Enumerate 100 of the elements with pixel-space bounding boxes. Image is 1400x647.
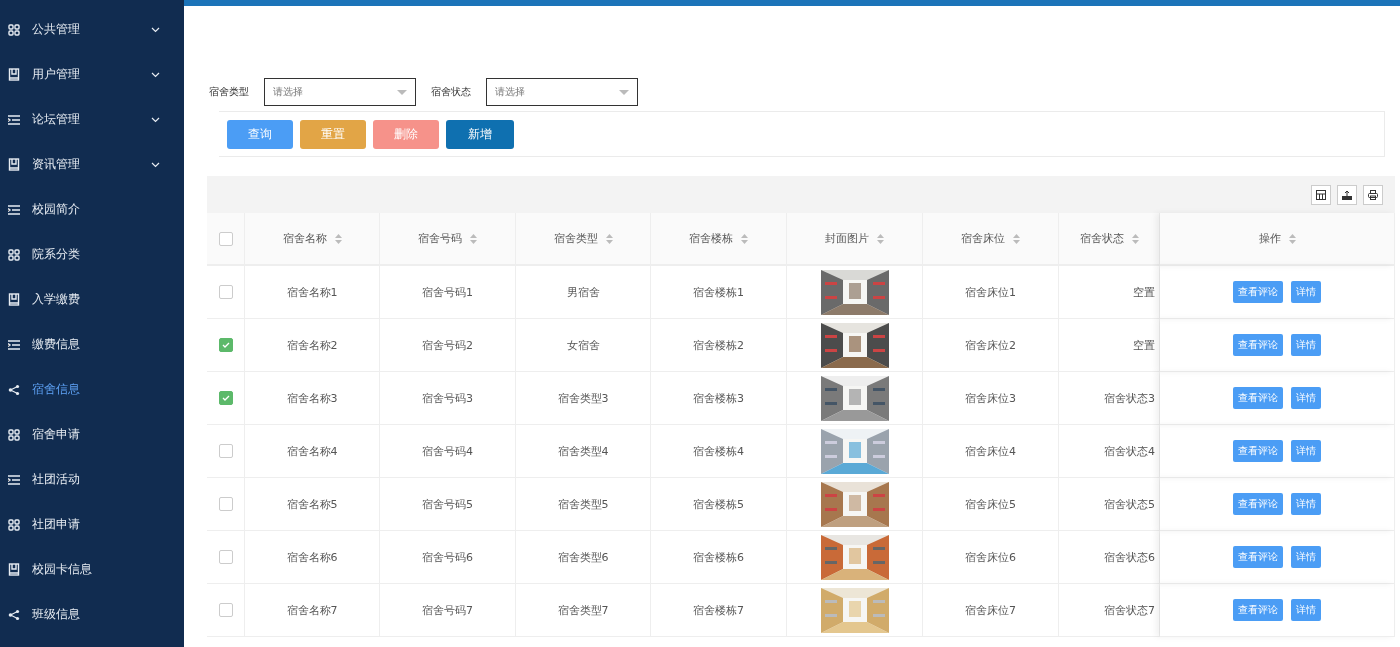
table-cell: 宿舍楼栋3 (693, 390, 744, 406)
add-button[interactable]: 新增 (446, 119, 514, 149)
check-icon (221, 342, 230, 348)
column-header[interactable]: 宿舍号码 (380, 213, 516, 266)
sidebar-item[interactable]: 校园卡信息 (0, 547, 184, 592)
table-cell: 宿舍床位6 (965, 549, 1016, 565)
sidebar-item[interactable]: 社团活动 (0, 457, 184, 502)
table-cell: 宿舍号码6 (422, 549, 473, 565)
book-icon (8, 158, 20, 171)
row-checkbox[interactable] (218, 285, 233, 299)
sidebar-item[interactable]: 社团申请 (0, 502, 184, 547)
chevron-icon (151, 26, 160, 33)
book-icon (8, 563, 20, 576)
table-cell: 宿舍床位4 (965, 443, 1016, 459)
select-field[interactable]: 请选择 (486, 78, 638, 106)
row-checkbox[interactable] (218, 391, 233, 405)
table-cell: 宿舍状态6 (1104, 549, 1155, 565)
table-cell: 宿舍状态4 (1104, 443, 1155, 459)
table-cell: 宿舍状态7 (1104, 602, 1155, 618)
sort-icon[interactable] (877, 233, 884, 244)
sidebar-item[interactable]: 入学缴费 (0, 277, 184, 322)
sidebar-item[interactable]: 公共管理 (0, 7, 184, 52)
sidebar-item[interactable]: 院系分类 (0, 232, 184, 277)
table-cell: 宿舍楼栋2 (693, 337, 744, 353)
sort-icon[interactable] (741, 233, 748, 244)
table-cell: 宿舍名称6 (286, 549, 338, 565)
list-icon (8, 474, 20, 485)
table-cell: 男宿舍 (566, 284, 600, 300)
sidebar-item[interactable]: 资讯管理 (0, 142, 184, 187)
table-cell: 宿舍楼栋5 (693, 496, 744, 512)
sidebar-item[interactable]: 用户管理 (0, 52, 184, 97)
row-checkbox[interactable] (218, 338, 233, 352)
chevron-icon (151, 161, 160, 168)
select-field[interactable]: 请选择 (264, 78, 416, 106)
table-cell: 宿舍号码7 (422, 602, 473, 618)
sidebar-item[interactable]: 宿舍信息 (0, 367, 184, 412)
column-header[interactable]: 宿舍床位 (923, 213, 1059, 266)
table-cell: 宿舍号码5 (422, 496, 473, 512)
share-icon (8, 383, 20, 396)
column-header[interactable]: 宿舍类型 (516, 213, 651, 266)
sidebar-item[interactable]: 缴费信息 (0, 322, 184, 367)
sort-icon[interactable] (334, 233, 342, 244)
column-header[interactable]: 宿舍状态 (1059, 213, 1160, 266)
sidebar-item[interactable]: 论坛管理 (0, 97, 184, 142)
table-cell: 宿舍楼栋1 (693, 284, 744, 300)
chevron-icon (151, 116, 160, 123)
columns-button[interactable] (1311, 184, 1331, 205)
sort-icon[interactable] (1013, 233, 1020, 244)
grid-icon (8, 248, 20, 261)
table-cell: 宿舍楼栋6 (693, 549, 744, 565)
sort-icon[interactable] (1288, 233, 1296, 244)
grid-icon (8, 428, 20, 441)
check-icon (221, 395, 230, 401)
table-cell: 宿舍床位3 (965, 390, 1016, 406)
select-all-checkbox[interactable] (218, 231, 233, 246)
sort-icon[interactable] (1131, 233, 1139, 244)
sort-icon[interactable] (470, 233, 477, 244)
column-header[interactable]: 宿舍名称 (245, 213, 380, 266)
row-checkbox[interactable] (218, 444, 233, 458)
table-cell: 宿舍状态3 (1104, 390, 1155, 406)
table-cell: 宿舍名称1 (286, 284, 338, 300)
grid-icon (8, 23, 20, 36)
table-cell: 女宿舍 (566, 337, 600, 353)
filter-label: 宿舍状态 (431, 85, 472, 99)
sort-icon[interactable] (605, 233, 613, 244)
column-header[interactable]: 封面图片 (787, 213, 923, 266)
filter-label: 宿舍类型 (209, 85, 250, 99)
column-header[interactable]: 宿舍楼栋 (651, 213, 787, 266)
table-cell: 宿舍状态5 (1104, 496, 1155, 512)
row-checkbox[interactable] (218, 497, 233, 511)
table-cell: 空置 (1133, 337, 1155, 353)
export-icon (1342, 189, 1352, 200)
table-cell: 宿舍号码1 (422, 284, 473, 300)
table-cell: 宿舍名称4 (286, 443, 338, 459)
book-icon (8, 293, 20, 306)
table-cell: 宿舍床位2 (965, 337, 1016, 353)
print-button[interactable] (1363, 184, 1383, 205)
export-button[interactable] (1337, 184, 1357, 205)
table-cell: 宿舍床位5 (965, 496, 1016, 512)
table-cell: 宿舍名称5 (286, 496, 338, 512)
row-checkbox[interactable] (218, 603, 233, 617)
table-cell: 宿舍名称3 (286, 390, 338, 406)
sidebar-item[interactable]: 校园简介 (0, 187, 184, 232)
chevron-icon (151, 71, 160, 78)
columns-icon (1316, 189, 1326, 200)
column-header[interactable]: 操作 (1160, 213, 1395, 266)
grid-icon (8, 518, 20, 531)
row-checkbox[interactable] (218, 550, 233, 564)
table-cell: 宿舍类型5 (557, 496, 609, 512)
table-cell: 空置 (1133, 284, 1155, 300)
table-cell: 宿舍号码3 (422, 390, 473, 406)
share-icon (8, 608, 20, 621)
table-cell: 宿舍类型4 (557, 443, 609, 459)
table-cell: 宿舍名称7 (286, 602, 338, 618)
table-cell: 宿舍号码2 (422, 337, 473, 353)
sidebar-item[interactable]: 班级信息 (0, 592, 184, 637)
table-cell: 宿舍楼栋7 (693, 602, 744, 618)
sidebar-item[interactable]: 宿舍申请 (0, 412, 184, 457)
table-cell: 宿舍床位7 (965, 602, 1016, 618)
list-icon (8, 204, 20, 215)
